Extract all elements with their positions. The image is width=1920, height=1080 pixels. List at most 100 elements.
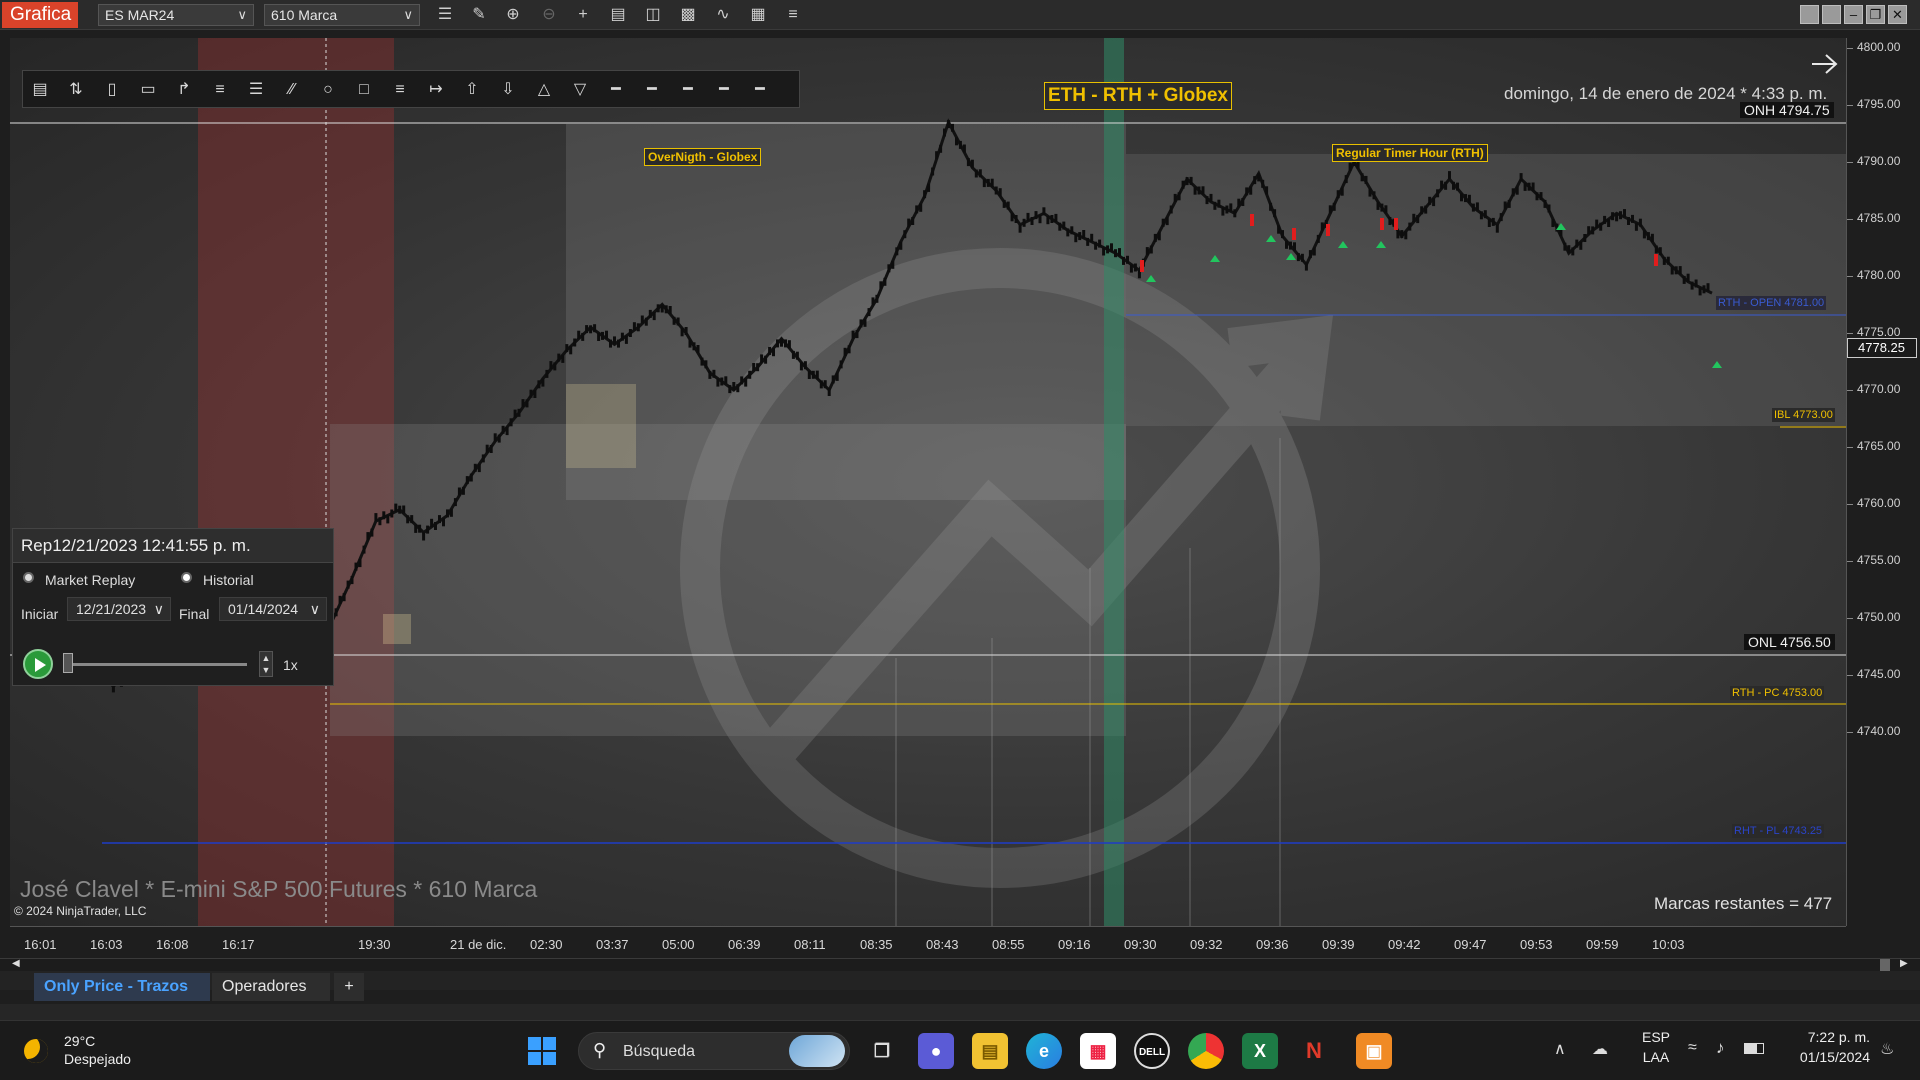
volume-icon[interactable]: ♪: [1716, 1038, 1725, 1058]
arrow-up-icon[interactable]: ⇧: [459, 78, 485, 102]
minimize-button[interactable]: –: [1844, 5, 1863, 24]
chevron-up-icon[interactable]: ∧: [1554, 1039, 1566, 1059]
close-button[interactable]: ✕: [1888, 5, 1907, 24]
time-axis-label: 09:16: [1058, 937, 1091, 952]
teams-chat-icon[interactable]: ●: [918, 1033, 954, 1069]
properties-list-icon[interactable]: ≡: [782, 4, 804, 26]
templates-icon[interactable]: ◫: [642, 4, 664, 26]
range-icon[interactable]: ▯: [99, 78, 125, 102]
price-chart[interactable]: ▤ ⇅ ▯ ▭ ↱ ≡ ☰ ∕∕ ○ □ ≡ ↦ ⇧ ⇩ △ ▽ ━ ━ ━ ━…: [10, 38, 1846, 926]
lang-indicator[interactable]: ESP LAA: [1636, 1029, 1676, 1073]
indicators-icon[interactable]: ∿: [712, 4, 734, 26]
price-bar: [1523, 182, 1527, 191]
rectangle-icon[interactable]: □: [351, 78, 377, 102]
fib-levels-icon[interactable]: ≡: [207, 78, 233, 102]
price-bar: [791, 350, 795, 359]
maximize-button[interactable]: ❐: [1866, 5, 1885, 24]
historial-radio[interactable]: [181, 572, 192, 583]
scroll-thumb[interactable]: [1880, 959, 1890, 971]
zoom-out-icon[interactable]: ⊖: [538, 4, 560, 26]
price-bar: [1074, 234, 1078, 243]
arrow-right-icon[interactable]: [1812, 54, 1838, 74]
price-bar: [704, 360, 708, 369]
horizontal-ray-icon[interactable]: ↦: [423, 78, 449, 102]
price-bar: [481, 454, 485, 463]
active-app-icon[interactable]: ▣: [1356, 1033, 1392, 1069]
horizontal-scrollbar[interactable]: ◀ ▶: [0, 958, 1920, 971]
rth-pc-label: RTH - PC 4753.00: [1730, 686, 1825, 700]
line-segment-icon[interactable]: ━: [639, 78, 665, 102]
scroll-right-icon[interactable]: ▶: [1900, 958, 1908, 969]
arrow-down-icon[interactable]: ⇩: [495, 78, 521, 102]
line-segment-icon[interactable]: ━: [603, 78, 629, 102]
risk-reward-icon[interactable]: ⇅: [63, 78, 89, 102]
battery-icon[interactable]: [1744, 1043, 1764, 1054]
fib-extension-icon[interactable]: ☰: [243, 78, 269, 102]
period-select[interactable]: 610 Marca ∨: [264, 4, 420, 26]
scroll-left-icon[interactable]: ◀: [12, 958, 20, 969]
edge-browser-icon[interactable]: e: [1026, 1033, 1062, 1069]
parallel-lines-icon[interactable]: ∕∕: [279, 78, 305, 102]
price-bar: [1603, 215, 1607, 224]
bar-type-icon[interactable]: ☰: [434, 4, 456, 26]
window-snap-icon[interactable]: [1822, 5, 1841, 24]
price-bar: [716, 378, 720, 387]
price-axis[interactable]: 4800.00 4795.00 4790.00 4785.00 4780.00 4775.…: [1846, 38, 1920, 926]
onedrive-icon[interactable]: ☁: [1592, 1039, 1608, 1059]
zoom-in-icon[interactable]: ⊕: [502, 4, 524, 26]
ellipse-icon[interactable]: ○: [315, 78, 341, 102]
price-bar: [461, 486, 465, 495]
triangle-down-icon[interactable]: ▽: [567, 78, 593, 102]
tab-operadores[interactable]: Operadores: [212, 973, 330, 1001]
chart-style-icon[interactable]: ▩: [677, 4, 699, 26]
replay-slider-handle[interactable]: [63, 653, 73, 673]
task-view-icon[interactable]: ❐: [864, 1033, 900, 1069]
price-bar: [1126, 255, 1129, 264]
instrument-select[interactable]: ES MAR24 ∨: [98, 4, 254, 26]
tab-only-price[interactable]: Only Price - Trazos: [34, 973, 210, 1001]
chrome-browser-icon[interactable]: [1188, 1033, 1224, 1069]
text-align-icon[interactable]: ≡: [387, 78, 413, 102]
rectangle-dotted-icon[interactable]: ▭: [135, 78, 161, 102]
app-title[interactable]: Grafica: [2, 2, 78, 28]
start-button[interactable]: [528, 1037, 558, 1067]
market-replay-radio[interactable]: [23, 572, 34, 583]
price-axis-tickmark: [1847, 219, 1853, 220]
clock[interactable]: 7:22 p. m. 01/15/2024: [1780, 1029, 1870, 1073]
end-date-picker[interactable]: 01/14/2024 ∨: [219, 597, 327, 621]
speed-stepper[interactable]: ▲ ▼: [259, 651, 273, 677]
time-axis[interactable]: 16:01 16:03 16:08 16:17 19:30 21 de dic. 02:30…: [10, 926, 1846, 958]
add-tab-button[interactable]: +: [334, 973, 364, 1001]
price-bar: [1511, 188, 1515, 197]
strategies-icon[interactable]: ▦: [747, 4, 769, 26]
chart-canvas: [10, 38, 1846, 926]
triangle-up-icon[interactable]: △: [531, 78, 557, 102]
dell-icon[interactable]: DELL: [1134, 1033, 1170, 1069]
price-bar: [1340, 187, 1344, 196]
file-explorer-icon[interactable]: ▤: [972, 1033, 1008, 1069]
price-bar: [1153, 233, 1157, 242]
weather-widget[interactable]: 29°C Despejado: [20, 1031, 150, 1071]
ninjatrader-icon[interactable]: N: [1296, 1033, 1332, 1069]
price-bar: [724, 376, 728, 385]
replay-speed-track[interactable]: [67, 663, 247, 666]
line-segment-icon[interactable]: ━: [675, 78, 701, 102]
pencil-icon[interactable]: ✎: [468, 4, 490, 26]
microsoft-store-icon[interactable]: ▦: [1080, 1033, 1116, 1069]
chevron-down-icon: ∨: [153, 601, 164, 617]
line-segment-icon[interactable]: ━: [711, 78, 737, 102]
data-box-icon[interactable]: ▤: [607, 4, 629, 26]
notifications-icon[interactable]: ♨: [1880, 1039, 1894, 1059]
chart-tab-bar: ◀ ▶ Only Price - Trazos Operadores +: [0, 958, 1920, 1001]
start-date-picker[interactable]: 12/21/2023 ∨: [67, 597, 171, 621]
path-icon[interactable]: ↱: [171, 78, 197, 102]
ruler-icon[interactable]: ▤: [27, 78, 53, 102]
line-segment-icon[interactable]: ━: [747, 78, 773, 102]
taskbar-search[interactable]: ⚲ Búsqueda: [578, 1032, 850, 1070]
wifi-icon[interactable]: ≈: [1688, 1039, 1697, 1057]
crosshair-icon[interactable]: +: [572, 4, 594, 26]
price-bar: [449, 508, 453, 517]
play-button[interactable]: [23, 649, 53, 679]
excel-icon[interactable]: X: [1242, 1033, 1278, 1069]
window-tile-icon[interactable]: [1800, 5, 1819, 24]
